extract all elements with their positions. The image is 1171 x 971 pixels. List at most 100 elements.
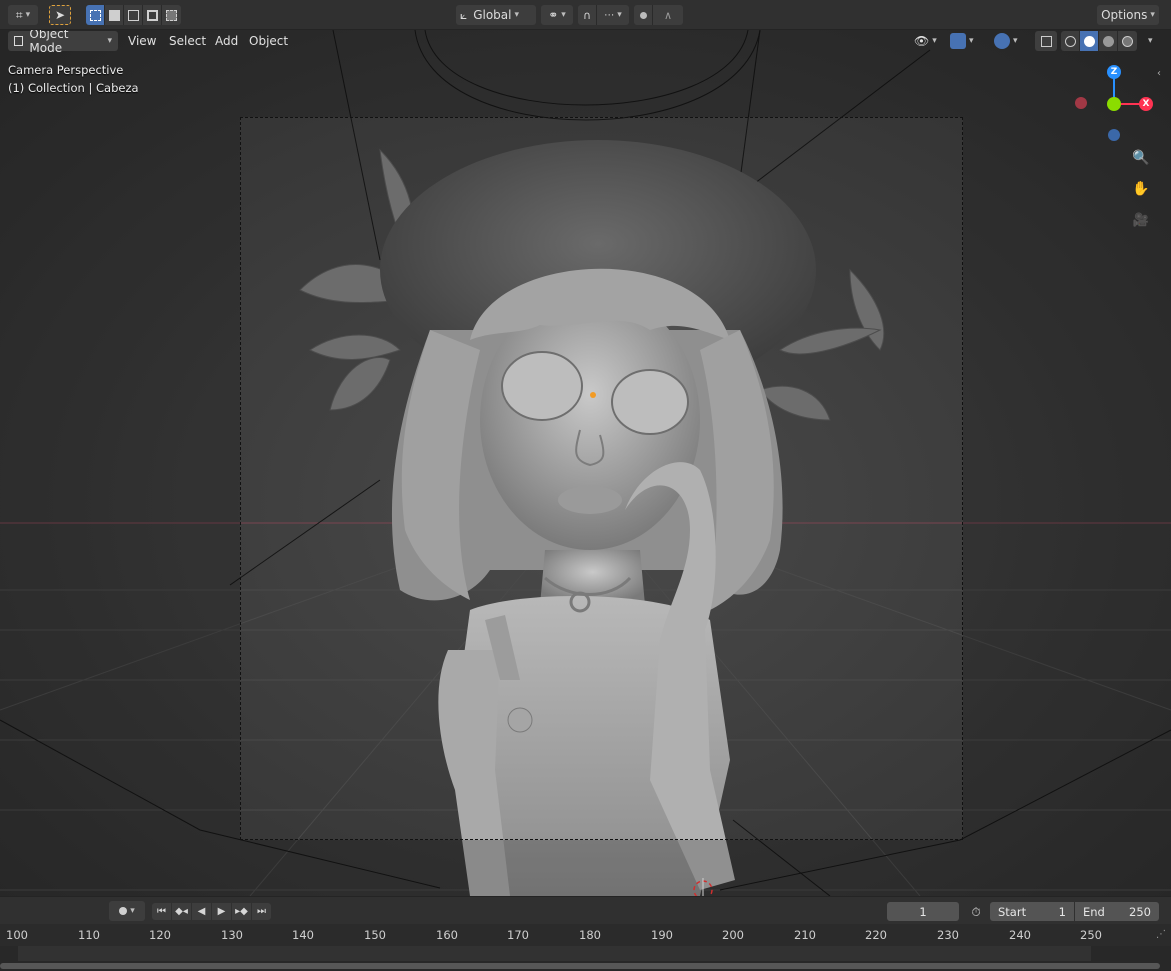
ruler-tick: 200 — [722, 928, 744, 942]
end-value: 250 — [1129, 904, 1151, 919]
chevron-down-icon: ▾ — [617, 10, 622, 20]
wireframe-shading-button[interactable] — [1061, 31, 1080, 51]
select-invert-button[interactable] — [143, 5, 162, 25]
wireframe-icon — [1064, 35, 1076, 47]
material-shading-button[interactable] — [1099, 31, 1118, 51]
proportional-group: ∧ — [634, 5, 683, 25]
object-mode-icon — [14, 36, 24, 46]
select-invert-icon — [146, 9, 158, 21]
rendered-sphere-icon — [1122, 35, 1133, 47]
next-keyframe-icon: ▸◆ — [235, 906, 248, 917]
ruler-tick: 100 — [6, 928, 28, 942]
ruler-tick: 130 — [221, 928, 243, 942]
zoom-icon: 🔍 — [1132, 150, 1150, 166]
options-dropdown[interactable]: Options ▾ — [1097, 5, 1159, 25]
play-reverse-icon: ◀ — [197, 906, 206, 917]
gizmo-y-axis[interactable] — [1107, 97, 1121, 111]
overlays-toggle[interactable]: ▾ — [988, 31, 1024, 51]
collection-info: (1) Collection | Cabeza — [8, 81, 139, 95]
chevron-down-icon: ▾ — [1013, 36, 1018, 46]
timeline-frame-range — [18, 946, 1091, 961]
prev-keyframe-button[interactable]: ◆◂ — [172, 903, 191, 920]
ruler-tick: 220 — [865, 928, 887, 942]
gizmo-neg-z-axis[interactable] — [1108, 129, 1120, 141]
solid-sphere-icon — [1083, 35, 1095, 47]
end-frame-field[interactable]: End 250 — [1075, 902, 1159, 921]
object-mode-dropdown[interactable]: Object Mode ▾ — [8, 30, 118, 55]
pivot-point-dropdown[interactable]: ⚭ ▾ — [541, 5, 573, 25]
preview-range-toggle[interactable]: ⏱ — [967, 903, 985, 921]
camera-view-button[interactable]: 🎥 — [1129, 208, 1153, 232]
rendered-shading-button[interactable] — [1118, 31, 1137, 51]
camera-icon: 🎥 — [1132, 212, 1150, 228]
timeline-body[interactable] — [0, 946, 1171, 971]
select-tool-button[interactable]: ➤ — [49, 5, 71, 25]
editor-type-dropdown[interactable]: ⌗ ▾ — [8, 5, 38, 25]
cursor-arrow-icon: ➤ — [54, 8, 66, 22]
start-value: 1 — [1058, 904, 1066, 919]
start-frame-field[interactable]: Start 1 — [990, 902, 1074, 921]
3d-viewport[interactable]: Object Mode ▾ View Select Add Object 👁 ▾ … — [0, 30, 1171, 896]
ruler-tick: 210 — [794, 928, 816, 942]
menu-add[interactable]: Add — [209, 31, 244, 51]
ruler-tick: 120 — [149, 928, 171, 942]
current-frame-field[interactable]: 1 — [887, 902, 959, 921]
timeline-scrollbar[interactable] — [0, 963, 1160, 969]
solid-shading-button[interactable] — [1080, 31, 1099, 51]
ruler-tick: 180 — [579, 928, 601, 942]
select-subtract-button[interactable] — [124, 5, 143, 25]
material-sphere-icon — [1102, 35, 1114, 47]
gizmo-z-axis[interactable]: Z — [1107, 65, 1121, 79]
magnet-icon: ∩ — [582, 8, 592, 22]
play-icon: ▶ — [217, 906, 226, 917]
menu-view[interactable]: View — [122, 31, 162, 51]
menu-object[interactable]: Object — [243, 31, 294, 51]
hand-icon: ✋ — [1132, 181, 1150, 197]
jump-start-button[interactable]: ⏮ — [152, 903, 171, 920]
keying-dropdown[interactable]: ▾ — [109, 901, 145, 921]
stopwatch-icon: ⏱ — [971, 904, 981, 919]
end-label: End — [1083, 904, 1105, 919]
next-keyframe-button[interactable]: ▸◆ — [232, 903, 251, 920]
pan-button[interactable]: ✋ — [1129, 177, 1153, 201]
gizmo-toggle[interactable]: ▾ — [944, 31, 980, 51]
proportional-edit-button[interactable] — [634, 5, 653, 25]
jump-end-icon: ⏭ — [257, 906, 266, 917]
gizmo-x-axis[interactable]: X — [1139, 97, 1153, 111]
ruler-tick: 150 — [364, 928, 386, 942]
ruler-tick: 250 — [1080, 928, 1102, 942]
sidebar-toggle[interactable]: ‹ — [1157, 68, 1161, 79]
xray-icon — [1040, 35, 1052, 47]
select-extend-button[interactable] — [105, 5, 124, 25]
timeline-expand-icon[interactable]: ⋰ — [1156, 929, 1166, 940]
visibility-dropdown[interactable]: 👁 ▾ — [908, 31, 943, 51]
eye-icon: 👁 — [914, 34, 930, 48]
xray-toggle[interactable] — [1035, 31, 1057, 51]
timeline-ruler[interactable]: 100 110 120 130 140 150 160 170 180 190 … — [0, 924, 1171, 946]
object-mode-label: Object Mode — [29, 30, 69, 55]
navigation-gizmo[interactable]: Z X — [1070, 62, 1160, 152]
select-extend-icon — [108, 9, 120, 21]
chevron-down-icon: ▾ — [1148, 36, 1153, 46]
menu-select[interactable]: Select — [163, 31, 212, 51]
zoom-button[interactable]: 🔍 — [1129, 146, 1153, 170]
select-subtract-icon — [127, 9, 139, 21]
select-intersect-button[interactable] — [162, 5, 181, 25]
proportional-dot-icon — [639, 11, 647, 19]
proportional-falloff-dropdown[interactable]: ∧ — [653, 5, 683, 25]
select-new-button[interactable] — [86, 5, 105, 25]
overlays-icon — [994, 33, 1010, 49]
gizmo-neg-x-axis[interactable] — [1075, 97, 1087, 109]
play-reverse-button[interactable]: ◀ — [192, 903, 211, 920]
select-intersect-icon — [166, 9, 177, 21]
record-dot-icon — [119, 907, 128, 915]
shading-options-dropdown[interactable]: ▾ — [1139, 31, 1159, 51]
snap-toggle-button[interactable]: ∩ — [578, 5, 597, 25]
chevron-down-icon: ▾ — [969, 36, 974, 46]
play-button[interactable]: ▶ — [212, 903, 231, 920]
prev-keyframe-icon: ◆◂ — [175, 906, 188, 917]
start-label: Start — [998, 904, 1027, 919]
transform-orientation-dropdown[interactable]: ⟀ Global ▾ — [456, 5, 536, 25]
jump-end-button[interactable]: ⏭ — [252, 903, 271, 920]
snap-target-dropdown[interactable]: ⋯ ▾ — [597, 5, 629, 25]
